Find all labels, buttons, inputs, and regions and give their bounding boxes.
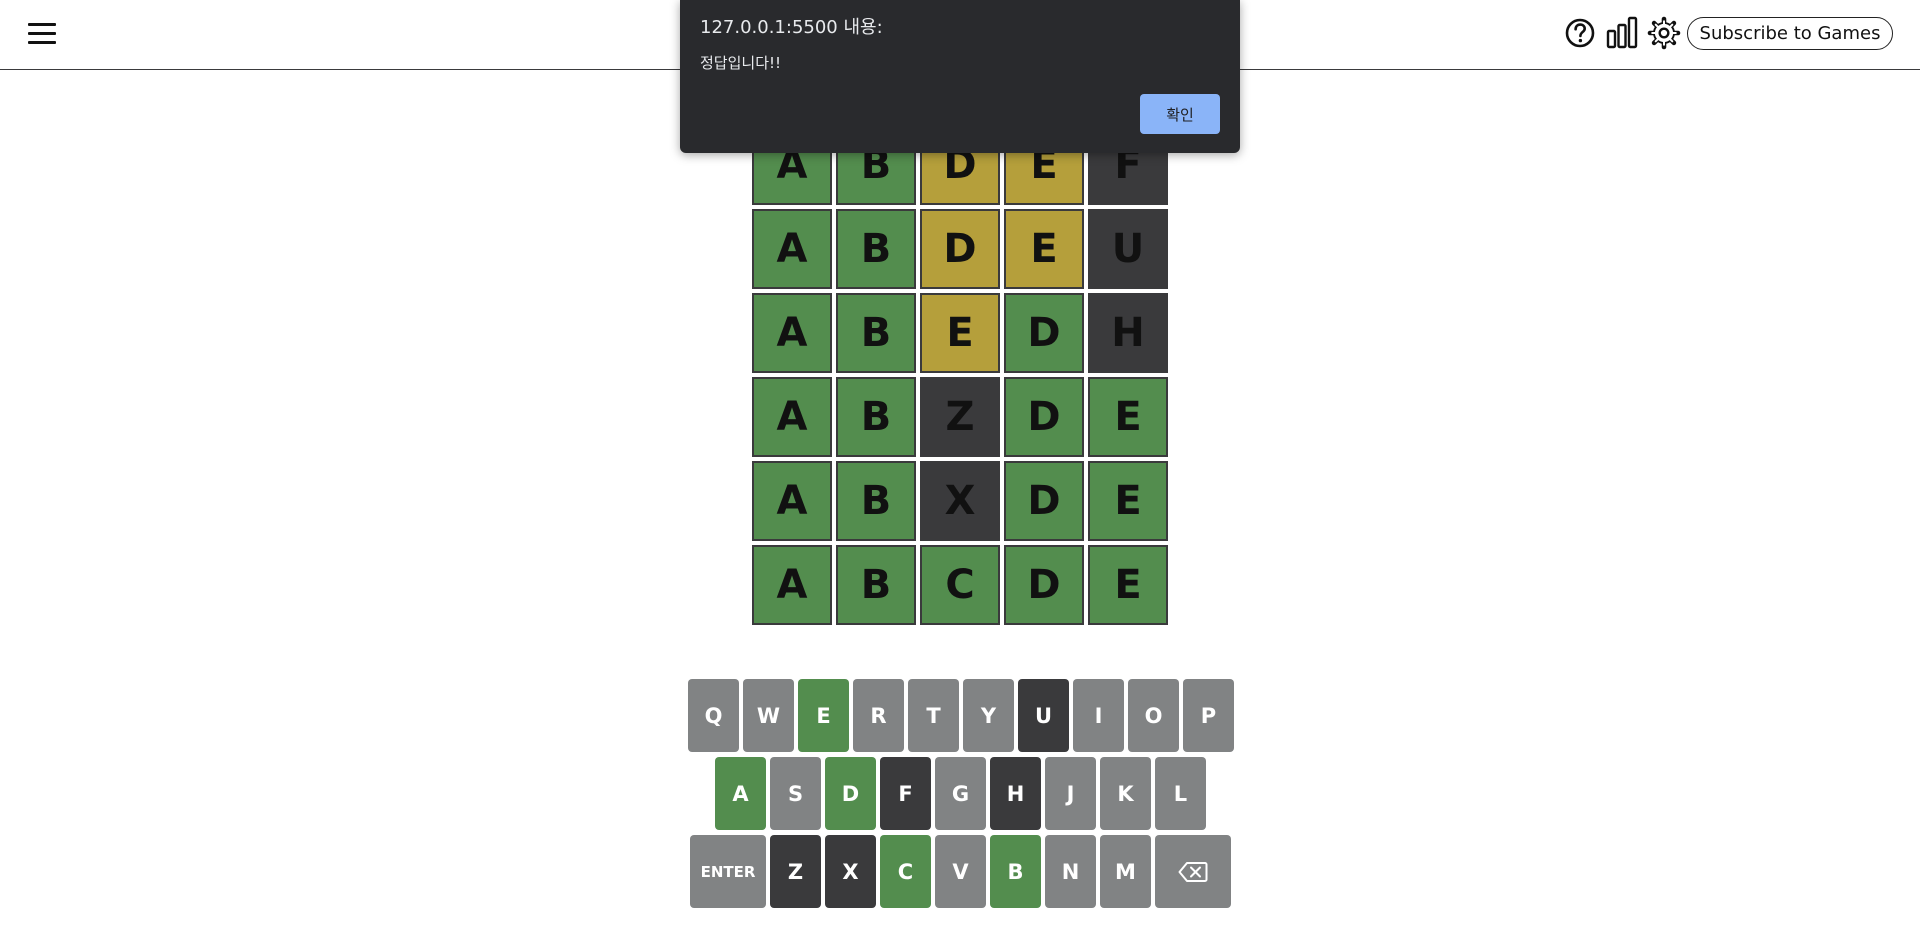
dialog-ok-button[interactable]: 확인 [1140, 94, 1220, 134]
board-tile: D [1004, 545, 1084, 625]
key-u[interactable]: U [1018, 679, 1069, 752]
board-tile: E [1088, 545, 1168, 625]
dialog-title: 127.0.0.1:5500 내용: [700, 17, 883, 38]
key-t[interactable]: T [908, 679, 959, 752]
key-y[interactable]: Y [963, 679, 1014, 752]
board-tile: B [836, 545, 916, 625]
key-w[interactable]: W [743, 679, 794, 752]
help-button[interactable] [1562, 15, 1598, 51]
board-tile: A [752, 209, 832, 289]
board-tile: D [920, 209, 1000, 289]
board-tile: X [920, 461, 1000, 541]
question-circle-icon [1565, 18, 1595, 48]
key-i[interactable]: I [1073, 679, 1124, 752]
dialog-message: 정답입니다!! [700, 54, 782, 72]
key-j[interactable]: J [1045, 757, 1096, 830]
board-tile: H [1088, 293, 1168, 373]
board-tile: A [752, 461, 832, 541]
menu-line [28, 23, 56, 26]
menu-line [28, 32, 56, 35]
board-tile: E [1088, 377, 1168, 457]
board-tile: B [836, 377, 916, 457]
settings-button[interactable] [1646, 15, 1682, 51]
board-tile: B [836, 209, 916, 289]
key-q[interactable]: Q [688, 679, 739, 752]
board-tile: A [752, 293, 832, 373]
key-d[interactable]: D [825, 757, 876, 830]
board-tile: Z [920, 377, 1000, 457]
key-v[interactable]: V [935, 835, 986, 908]
key-h[interactable]: H [990, 757, 1041, 830]
board-tile: A [752, 377, 832, 457]
alert-dialog: 127.0.0.1:5500 내용: 정답입니다!! 확인 [680, 0, 1240, 153]
key-k[interactable]: K [1100, 757, 1151, 830]
board-tile: U [1088, 209, 1168, 289]
board-tile: D [1004, 461, 1084, 541]
menu-line [28, 41, 56, 44]
hamburger-menu-icon[interactable] [26, 18, 60, 48]
key-g[interactable]: G [935, 757, 986, 830]
key-e[interactable]: E [798, 679, 849, 752]
key-p[interactable]: P [1183, 679, 1234, 752]
board-tile: D [1004, 377, 1084, 457]
key-x[interactable]: X [825, 835, 876, 908]
key-r[interactable]: R [853, 679, 904, 752]
key-enter[interactable]: ENTER [690, 835, 766, 908]
stats-button[interactable] [1604, 15, 1640, 51]
board-tile: C [920, 545, 1000, 625]
key-l[interactable]: L [1155, 757, 1206, 830]
board-tile: B [836, 293, 916, 373]
board-tile: E [1088, 461, 1168, 541]
board-tile: E [920, 293, 1000, 373]
key-m[interactable]: M [1100, 835, 1151, 908]
key-c[interactable]: C [880, 835, 931, 908]
key-f[interactable]: F [880, 757, 931, 830]
key-o[interactable]: O [1128, 679, 1179, 752]
key-backspace[interactable] [1155, 835, 1231, 908]
bar-chart-icon [1606, 16, 1638, 49]
board-tile: E [1004, 209, 1084, 289]
key-n[interactable]: N [1045, 835, 1096, 908]
gear-icon [1647, 16, 1681, 50]
key-a[interactable]: A [715, 757, 766, 830]
backspace-icon [1178, 861, 1208, 882]
key-s[interactable]: S [770, 757, 821, 830]
board-tile: D [1004, 293, 1084, 373]
key-z[interactable]: Z [770, 835, 821, 908]
board-tile: B [836, 461, 916, 541]
key-b[interactable]: B [990, 835, 1041, 908]
subscribe-button[interactable]: Subscribe to Games [1687, 17, 1893, 50]
board-tile: A [752, 545, 832, 625]
